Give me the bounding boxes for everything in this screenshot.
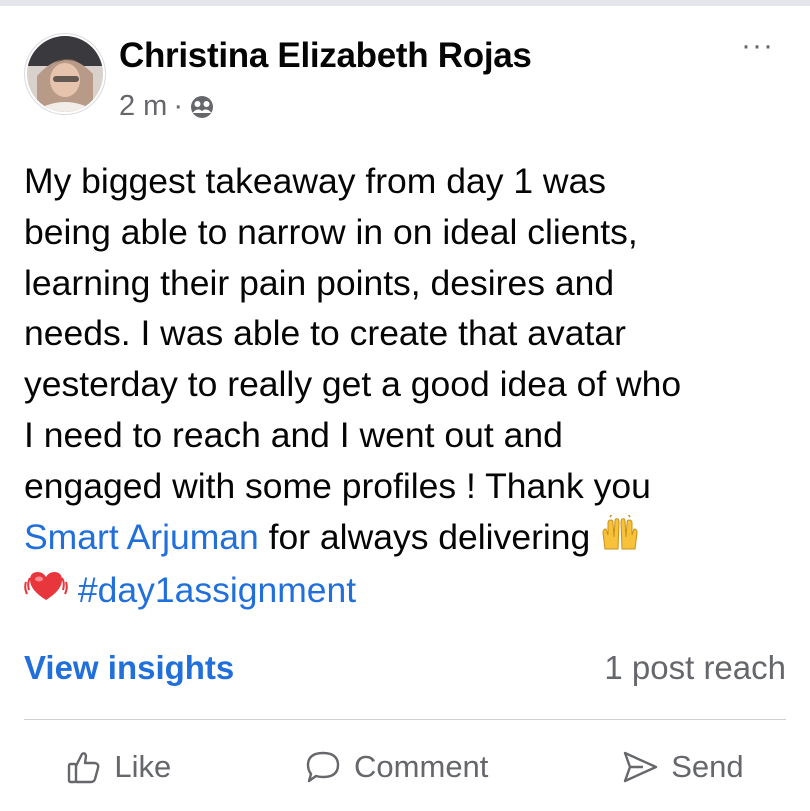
send-label: Send (671, 749, 744, 784)
mention-link[interactable]: Smart Arjuman (24, 517, 259, 557)
post-text-line: My biggest takeaway from day 1 was (24, 161, 607, 201)
post-text-line: Smart Arjuman for always delivering (24, 511, 794, 565)
divider (24, 719, 786, 720)
post-card: Christina Elizabeth Rojas 2 m · ··· My b… (0, 6, 810, 811)
post-reach-count: 1 post reach (604, 649, 786, 686)
post-text-line: #day1assignment (24, 565, 794, 618)
like-label: Like (114, 749, 172, 784)
comment-icon (304, 749, 342, 785)
meta-separator: · (173, 90, 184, 122)
post-action-bar: Like Comment Send (0, 739, 810, 795)
post-text-line: I need to reach and I went out and (24, 414, 563, 455)
send-icon (621, 749, 659, 785)
beating-heart-icon (24, 567, 68, 618)
post-body: My biggest takeaway from day 1 was being… (24, 156, 794, 618)
comment-button[interactable]: Comment (304, 749, 488, 785)
comment-label: Comment (354, 749, 489, 784)
more-options-button[interactable]: ··· (741, 31, 774, 61)
post-timestamp[interactable]: 2 m (119, 90, 167, 123)
insights-row: View insights 1 post reach (24, 646, 786, 690)
view-insights-link[interactable]: View insights (24, 649, 234, 687)
hashtag-link[interactable]: #day1assignment (78, 570, 356, 610)
post-text-line: being able to narrow in on ideal clients… (24, 211, 638, 252)
like-button[interactable]: Like (66, 749, 171, 785)
post-text-line: learning their pain points, desires and (24, 262, 615, 303)
author-avatar[interactable] (27, 36, 103, 112)
author-name[interactable]: Christina Elizabeth Rojas (119, 36, 532, 76)
post-text-line: needs. I was able to create that avatar (24, 313, 626, 354)
post-text-fragment: for always delivering (258, 516, 601, 557)
send-button[interactable]: Send (621, 749, 744, 785)
raising-hands-icon (600, 511, 640, 565)
friends-icon[interactable] (189, 94, 215, 120)
post-text-line: engaged with some profiles ! Thank you (24, 465, 651, 506)
post-meta: 2 m · (119, 90, 215, 123)
post-text-line: yesterday to really get a good idea of w… (24, 364, 682, 405)
like-icon (66, 749, 102, 785)
